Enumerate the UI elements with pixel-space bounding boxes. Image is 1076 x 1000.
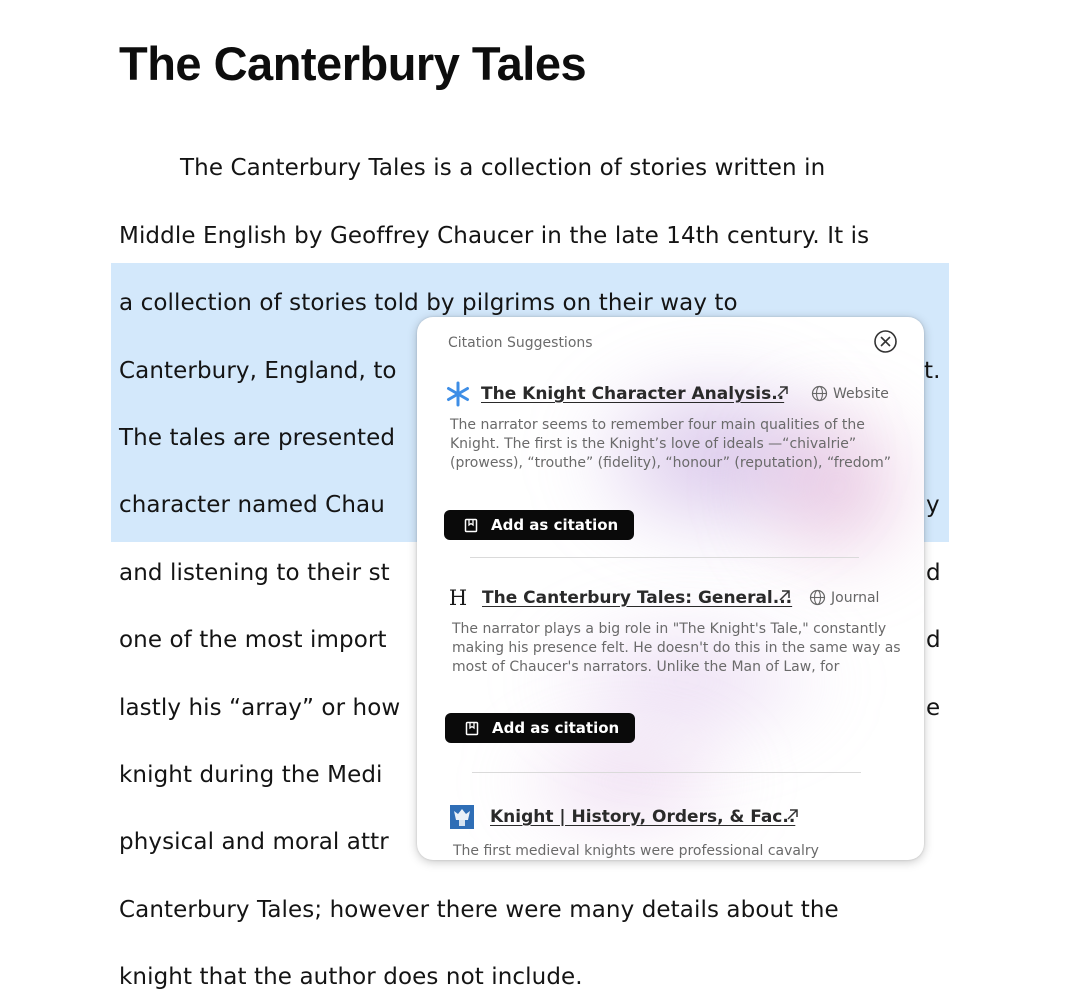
- popup-title: Citation Suggestions: [448, 335, 593, 351]
- book-icon: [464, 518, 478, 532]
- add-as-citation-button[interactable]: Add as citation: [444, 510, 634, 540]
- citation-snippet: The first medieval knights were professi…: [453, 843, 819, 859]
- paragraph-line: knight during the Medi: [119, 762, 383, 788]
- source-type-badge: Journal: [809, 589, 879, 606]
- globe-icon: [811, 385, 828, 402]
- paragraph-line: physical and moral attr: [119, 829, 389, 855]
- arrow-up-right-icon[interactable]: [785, 807, 800, 822]
- paragraph-line-tail: y: [926, 492, 940, 518]
- source-type-label: Journal: [831, 589, 880, 606]
- paragraph-line-tail: d: [926, 627, 941, 653]
- paragraph-line: Middle English by Geoffrey Chaucer in th…: [119, 223, 870, 249]
- book-icon: [465, 721, 479, 735]
- citation-suggestions-popup: Citation Suggestions The Knight Characte…: [417, 317, 924, 860]
- citation-title-link[interactable]: The Knight Character Analysis..: [481, 384, 784, 404]
- arrow-up-right-icon[interactable]: [775, 384, 790, 399]
- arrow-up-right-icon[interactable]: [777, 588, 792, 603]
- citation-title-link[interactable]: Knight | History, Orders, & Fac..: [490, 807, 795, 827]
- document-title: The Canterbury Tales: [119, 37, 587, 90]
- source-type-badge: Website: [811, 385, 889, 402]
- paragraph-line: and listening to their st: [119, 560, 390, 586]
- paragraph-line: lastly his “array” or how: [119, 695, 401, 721]
- add-as-citation-label: Add as citation: [491, 516, 619, 534]
- paragraph-line: Canterbury Tales; however there were man…: [119, 897, 839, 923]
- serif-h-icon: H: [448, 586, 468, 610]
- paragraph-line: Canterbury, England, to: [119, 358, 397, 384]
- paragraph-line-tail: t.: [924, 358, 941, 384]
- paragraph-line-tail: e: [926, 695, 941, 721]
- britannica-crest-icon: [449, 804, 475, 830]
- paragraph-line: character named Chau: [119, 492, 385, 518]
- paragraph-line: knight that the author does not include.: [119, 964, 583, 990]
- paragraph-line: The tales are presented: [119, 425, 396, 451]
- divider: [472, 772, 861, 773]
- citation-title-link[interactable]: The Canterbury Tales: General...: [482, 588, 792, 608]
- asterisk-icon: [445, 381, 471, 407]
- divider: [470, 557, 859, 558]
- add-as-citation-button[interactable]: Add as citation: [445, 713, 635, 743]
- citation-snippet: The narrator seems to remember four main…: [450, 417, 892, 471]
- paragraph-line: one of the most import: [119, 627, 387, 653]
- close-icon[interactable]: [873, 329, 898, 354]
- source-type-label: Website: [833, 385, 889, 402]
- paragraph-line-tail: d: [926, 560, 941, 586]
- globe-icon: [809, 589, 826, 606]
- paragraph-line: The Canterbury Tales is a collection of …: [180, 155, 826, 181]
- add-as-citation-label: Add as citation: [492, 719, 620, 737]
- citation-snippet: The narrator plays a big role in "The Kn…: [452, 621, 901, 675]
